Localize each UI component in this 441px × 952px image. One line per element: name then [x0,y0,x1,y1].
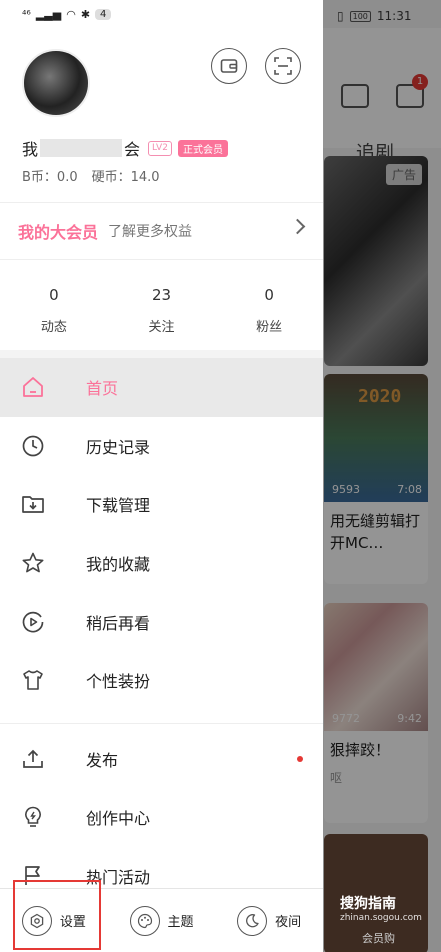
theme-button[interactable]: 主题 [108,889,216,952]
menu-label: 我的收藏 [86,555,151,575]
stats-row: 0 动态 23 关注 0 粉丝 [0,270,323,350]
menu-item-watch-later[interactable]: 稍后再看 [0,592,323,651]
level-badge: LV2 [148,140,172,156]
menu-item-publish[interactable]: 发布 [0,730,323,789]
stat-label: 动态 [40,320,67,335]
username-row[interactable]: 我 会 LV2 正式会员 [22,136,228,160]
flag-icon [20,863,46,889]
status-right: ▯ 100 11:31 [337,9,411,23]
wallet-icon [220,59,238,73]
scan-button[interactable] [265,48,301,84]
menu-label: 个性装扮 [86,672,151,692]
stat-dynamics[interactable]: 0 动态 [0,270,108,350]
menu-label: 下载管理 [86,496,151,516]
vip-subtitle: 了解更多权益 [108,224,193,240]
hardcoin-balance: 硬币：14.0 [91,170,160,185]
vip-badge: 正式会员 [177,139,228,157]
menu-label: 创作中心 [86,809,151,829]
play-later-icon [20,609,46,635]
menu-item-home[interactable]: 首页 [0,358,323,417]
username-redacted [40,139,123,157]
drawer-bottom-bar: 设置 主题 夜间 [0,888,323,952]
settings-button[interactable]: 设置 [0,889,108,952]
menu-item-creator-center[interactable]: 创作中心 [0,788,323,847]
menu-label: 发布 [86,750,119,770]
notification-count: 4 [95,9,112,20]
signal-icon: ⁴⁶ [22,8,31,21]
notification-dot [297,755,303,762]
gear-icon [21,905,52,936]
side-drawer: 我 会 LV2 正式会员 B币：0.0 硬币：14.0 我的大会员 了解更多权益… [0,0,323,952]
avatar[interactable] [22,49,90,117]
menu-label: 首页 [86,379,119,399]
menu-item-theme-store[interactable]: 个性装扮 [0,651,323,710]
menu-item-history[interactable]: 历史记录 [0,417,323,476]
wifi-icon: ◠ [66,8,76,21]
section-divider [0,350,323,358]
battery-icon: 100 [349,10,371,22]
wallet-button[interactable] [211,48,247,84]
moon-icon [237,905,268,936]
menu-label: 稍后再看 [86,613,151,633]
username-end: 会 [124,140,141,159]
palette-icon [129,905,160,936]
download-folder-icon [20,491,46,517]
menu-label: 热门活动 [86,868,151,888]
history-icon [20,433,46,459]
stat-followers[interactable]: 0 粉丝 [215,270,323,350]
bcoin-balance: B币：0.0 [22,170,78,185]
drawer-menu: 首页 历史记录 下载管理 我的收藏 稍后再看 个性装扮 发布 创作中心 热门活动 [0,358,323,905]
stat-value: 0 [264,286,274,304]
clock: 11:31 [376,9,412,23]
menu-divider [0,710,323,724]
settings-label: 设置 [59,915,86,930]
vip-banner[interactable]: 我的大会员 了解更多权益 [0,202,323,260]
menu-label: 历史记录 [86,437,151,457]
theme-label: 主题 [167,915,194,930]
upload-icon [20,746,46,772]
star-icon [20,550,46,576]
stat-value: 23 [151,286,172,304]
lightbulb-icon [20,804,46,830]
signal-bars-icon: ▂▃▅ [35,8,62,21]
coins-row: B币：0.0 硬币：14.0 [22,166,160,185]
home-icon [20,374,46,400]
stat-value: 0 [49,286,59,304]
menu-item-downloads[interactable]: 下载管理 [0,475,323,534]
status-left: ⁴⁶ ▂▃▅ ◠ ✱ 4 [22,8,112,21]
night-mode-button[interactable]: 夜间 [215,889,323,952]
stat-label: 粉丝 [256,320,283,335]
status-bar: ⁴⁶ ▂▃▅ ◠ ✱ 4 ▯ 100 11:31 [0,0,441,30]
username-start: 我 [22,140,39,159]
bluetooth-icon: ✱ [80,8,91,21]
watermark: 搜狗指南 zhinan.sogou.com [340,896,422,923]
vip-title: 我的大会员 [18,223,99,242]
night-label: 夜间 [275,915,302,930]
stat-following[interactable]: 23 关注 [108,270,216,350]
tshirt-icon [20,667,46,693]
mall-tab-label: 会员购 [362,932,395,945]
vibrate-icon: ▯ [337,9,344,23]
scan-icon [274,57,292,75]
chevron-right-icon [289,218,306,235]
stat-label: 关注 [148,320,175,335]
menu-item-favorites[interactable]: 我的收藏 [0,534,323,593]
